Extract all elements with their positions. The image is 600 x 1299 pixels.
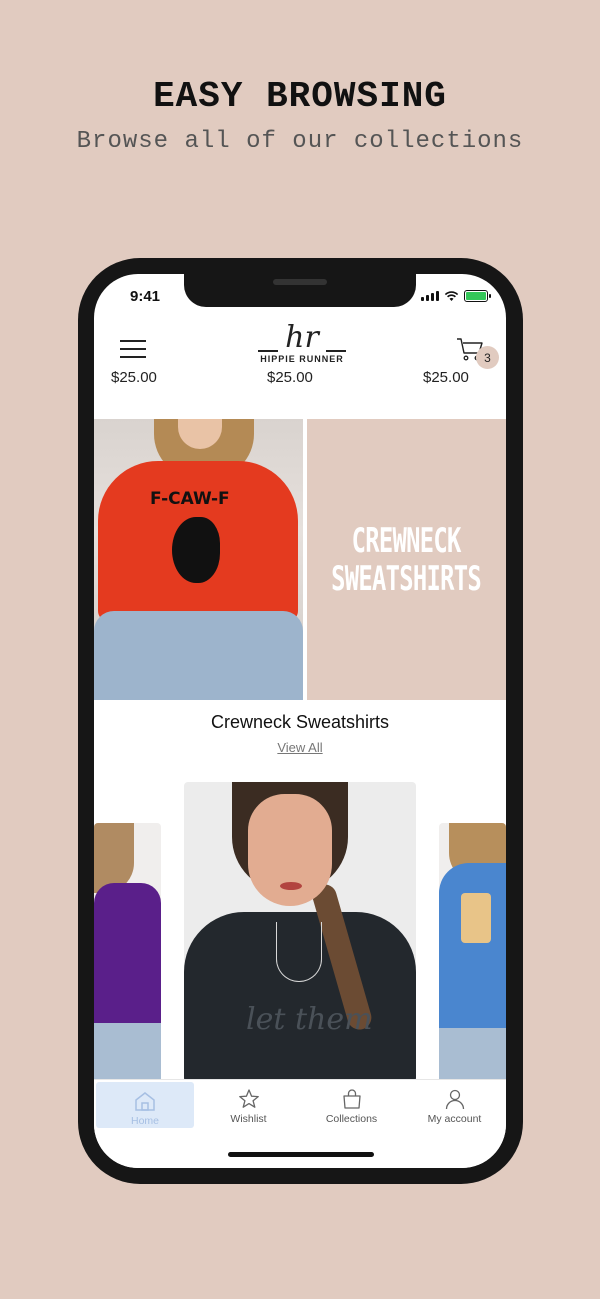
- sweatshirt-print: F-CAW-F: [150, 489, 230, 509]
- menu-icon[interactable]: [120, 338, 146, 358]
- model-jeans: [94, 1023, 161, 1083]
- battery-icon: [464, 290, 491, 302]
- collection-title: Crewneck Sweatshirts: [210, 712, 390, 732]
- model-jeans: [94, 611, 303, 700]
- sweatshirt-script-print: let them: [246, 1002, 373, 1037]
- logo-text: HIPPIE RUNNER: [260, 354, 344, 364]
- home-icon: [135, 1092, 155, 1111]
- star-icon: [238, 1089, 259, 1108]
- banner-photo[interactable]: F-CAW-F: [94, 419, 303, 700]
- model-jeans: [439, 1028, 506, 1083]
- cart-count-badge: 3: [476, 346, 499, 369]
- tab-my-account[interactable]: My account: [403, 1080, 506, 1138]
- bag-icon: [342, 1089, 361, 1109]
- tab-label: Wishlist: [230, 1113, 267, 1125]
- price-center: $25.00: [267, 369, 313, 386]
- blue-sweatshirt: [439, 863, 506, 1033]
- signal-icon: [421, 291, 439, 301]
- product-card-featured[interactable]: let them: [184, 782, 416, 1082]
- price-left: $25.00: [111, 369, 157, 386]
- home-indicator: [228, 1152, 374, 1157]
- tab-home[interactable]: Home: [96, 1082, 194, 1128]
- necklace: [276, 922, 322, 982]
- promo-subtitle: Browse all of our collections: [76, 128, 524, 155]
- banner-text-panel[interactable]: CREWNECK SWEATSHIRTS: [307, 419, 506, 700]
- purple-sweatshirt: [94, 883, 161, 1023]
- tab-label: Home: [130, 1115, 159, 1127]
- speaker: [273, 279, 327, 285]
- view-all-link[interactable]: View All: [94, 740, 506, 755]
- phone-screen: 9:41 $25.00 hr HIPPIE RUNNER $25.00 3 $2…: [94, 274, 506, 1168]
- status-icons: [421, 290, 491, 302]
- tab-wishlist[interactable]: Wishlist: [197, 1080, 300, 1138]
- tab-collections[interactable]: Collections: [300, 1080, 403, 1138]
- product-card[interactable]: [439, 823, 506, 1083]
- logo-flourish: [258, 350, 278, 352]
- banner-heading: CREWNECK SWEATSHIRTS: [331, 520, 483, 599]
- product-card[interactable]: [94, 823, 161, 1083]
- store-logo[interactable]: hr HIPPIE RUNNER: [254, 322, 350, 372]
- notch: [184, 274, 416, 307]
- tab-label: My account: [427, 1113, 482, 1125]
- promo-title: EASY BROWSING: [153, 76, 447, 117]
- tab-label: Collections: [325, 1113, 378, 1125]
- user-icon: [445, 1089, 464, 1110]
- price-right: $25.00: [423, 369, 469, 386]
- model-lips: [280, 882, 302, 890]
- wifi-icon: [444, 290, 459, 301]
- crow-graphic: [172, 517, 220, 583]
- logo-flourish: [326, 350, 346, 352]
- status-time: 9:41: [130, 288, 161, 305]
- mug-graphic: [461, 893, 491, 943]
